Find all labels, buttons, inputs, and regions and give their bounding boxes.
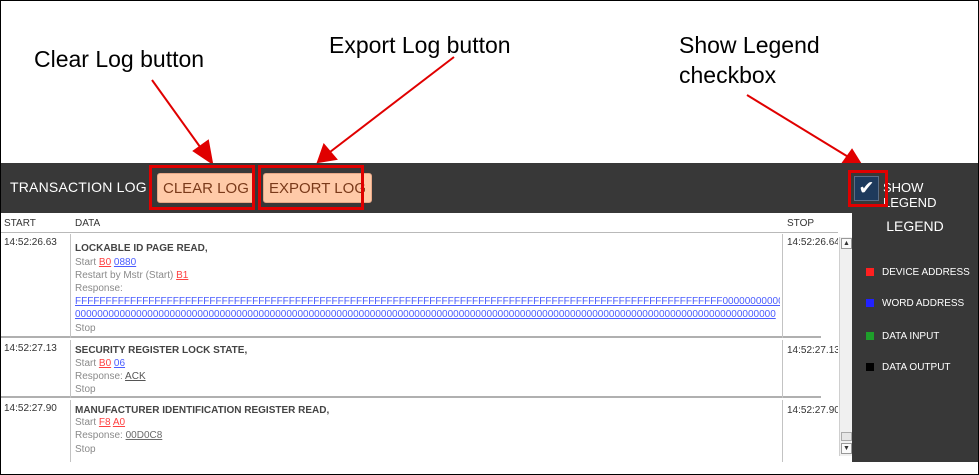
arrowhead-clear-log — [192, 139, 214, 166]
word-address: 0880 — [113, 257, 137, 268]
log-header: START DATA STOP — [1, 213, 838, 233]
entry-response-line: Response: ACK — [75, 371, 146, 383]
entry-stop-time: 14:52:27.90 — [787, 405, 838, 416]
highlight-export-log — [258, 165, 364, 210]
device-address: F8 — [98, 417, 111, 428]
highlight-clear-log — [149, 165, 255, 210]
response-value: 00D0C8 — [125, 430, 163, 441]
entry-start-time: 14:52:27.13 — [4, 343, 57, 354]
entry-title: SECURITY REGISTER LOCK STATE, — [75, 345, 248, 356]
toolbar-title: TRANSACTION LOG — [10, 179, 147, 195]
hex-output-ff: FFFFFFFFFFFFFFFFFFFFFFFFFFFFFFFFFFFFFFFF… — [75, 296, 723, 307]
log-scrollbar[interactable]: ▲ ▼ — [839, 237, 852, 456]
entry-hex-line-1: FFFFFFFFFFFFFFFFFFFFFFFFFFFFFFFFFFFFFFFF… — [75, 296, 780, 308]
entry-stop-label: Stop — [75, 384, 96, 395]
data-input-swatch — [866, 332, 874, 340]
legend-item-device-address: DEVICE ADDRESS — [866, 267, 970, 278]
response-prefix: Response: — [75, 371, 126, 382]
hex-output-zeros: 000000000000000000 — [722, 296, 781, 307]
response-prefix: Response: — [75, 430, 126, 441]
scroll-down-arrow-icon[interactable]: ▼ — [841, 443, 852, 454]
legend-label: WORD ADDRESS — [882, 298, 965, 309]
legend-panel: LEGEND DEVICE ADDRESS WORD ADDRESS DATA … — [852, 213, 978, 462]
entry-start-line: Start F8 A0 — [75, 417, 125, 429]
device-address: B0 — [98, 358, 112, 369]
column-divider — [782, 234, 783, 338]
log-entry[interactable]: 14:52:27.13 SECURITY REGISTER LOCK STATE… — [1, 340, 838, 398]
response-value: ACK — [125, 371, 146, 382]
column-divider — [70, 340, 71, 398]
word-address-swatch — [866, 299, 874, 307]
scroll-thumb[interactable] — [841, 432, 852, 441]
legend-item-word-address: WORD ADDRESS — [866, 298, 964, 309]
entry-title: MANUFACTURER IDENTIFICATION REGISTER REA… — [75, 405, 330, 416]
legend-label: DATA OUTPUT — [882, 362, 951, 373]
legend-label: DEVICE ADDRESS — [882, 267, 970, 278]
transaction-log-toolbar: TRANSACTION LOG CLEAR LOG EXPORT LOG ✔ S… — [1, 163, 978, 213]
entry-stop-time: 14:52:27.13 — [787, 345, 838, 356]
legend-title: LEGEND — [886, 218, 944, 234]
entry-start-time: 14:52:26.63 — [4, 237, 57, 248]
show-legend-label: SHOW LEGEND — [883, 180, 937, 210]
entry-hex-line-2: 0000000000000000000000000000000000000000… — [75, 309, 780, 321]
start-prefix: Start — [75, 417, 99, 428]
header-stop: STOP — [787, 218, 815, 229]
column-divider — [70, 400, 71, 462]
column-divider — [782, 340, 783, 398]
column-divider — [70, 234, 71, 338]
entry-start-line: Start B0 06 — [75, 358, 125, 370]
entry-stop-label: Stop — [75, 323, 96, 334]
entry-restart-line: Restart by Mstr (Start) B1 — [75, 270, 188, 282]
arrow-export-log — [329, 56, 455, 153]
arrow-show-legend — [746, 94, 851, 159]
legend-item-data-input: DATA INPUT — [866, 331, 939, 342]
start-prefix: Start — [75, 358, 99, 369]
header-start: START — [4, 218, 36, 229]
word-address: A0 — [112, 417, 126, 428]
entry-title: LOCKABLE ID PAGE READ, — [75, 243, 208, 254]
data-output-swatch — [866, 363, 874, 371]
entry-stop-time: 14:52:26.64 — [787, 237, 838, 248]
entry-start-line: Start B0 0880 — [75, 257, 136, 269]
arrowhead-export-log — [316, 143, 338, 164]
transaction-log-table: START DATA STOP 14:52:26.63 LOCKABLE ID … — [1, 213, 838, 462]
restart-device-address: B1 — [176, 270, 189, 281]
log-entry[interactable]: 14:52:26.63 LOCKABLE ID PAGE READ, Start… — [1, 234, 838, 338]
arrow-clear-log — [151, 79, 204, 152]
restart-prefix: Restart by Mstr (Start) — [75, 270, 177, 281]
entry-stop-label: Stop — [75, 444, 96, 455]
entry-response-line: Response: 00D0C8 — [75, 430, 162, 442]
hex-output-zeros-2: 0000000000000000000000000000000000000000… — [75, 309, 776, 320]
entry-start-time: 14:52:27.90 — [4, 403, 57, 414]
legend-label: DATA INPUT — [882, 331, 940, 342]
device-address: B0 — [98, 257, 112, 268]
column-divider — [782, 400, 783, 462]
start-prefix: Start — [75, 257, 99, 268]
highlight-show-legend — [848, 170, 888, 207]
log-entry[interactable]: 14:52:27.90 MANUFACTURER IDENTIFICATION … — [1, 400, 838, 462]
entry-response-label: Response: — [75, 283, 123, 294]
device-address-swatch — [866, 268, 874, 276]
header-data: DATA — [75, 218, 101, 229]
legend-item-data-output: DATA OUTPUT — [866, 362, 951, 373]
word-address: 06 — [113, 358, 126, 369]
scroll-up-arrow-icon[interactable]: ▲ — [841, 238, 852, 249]
